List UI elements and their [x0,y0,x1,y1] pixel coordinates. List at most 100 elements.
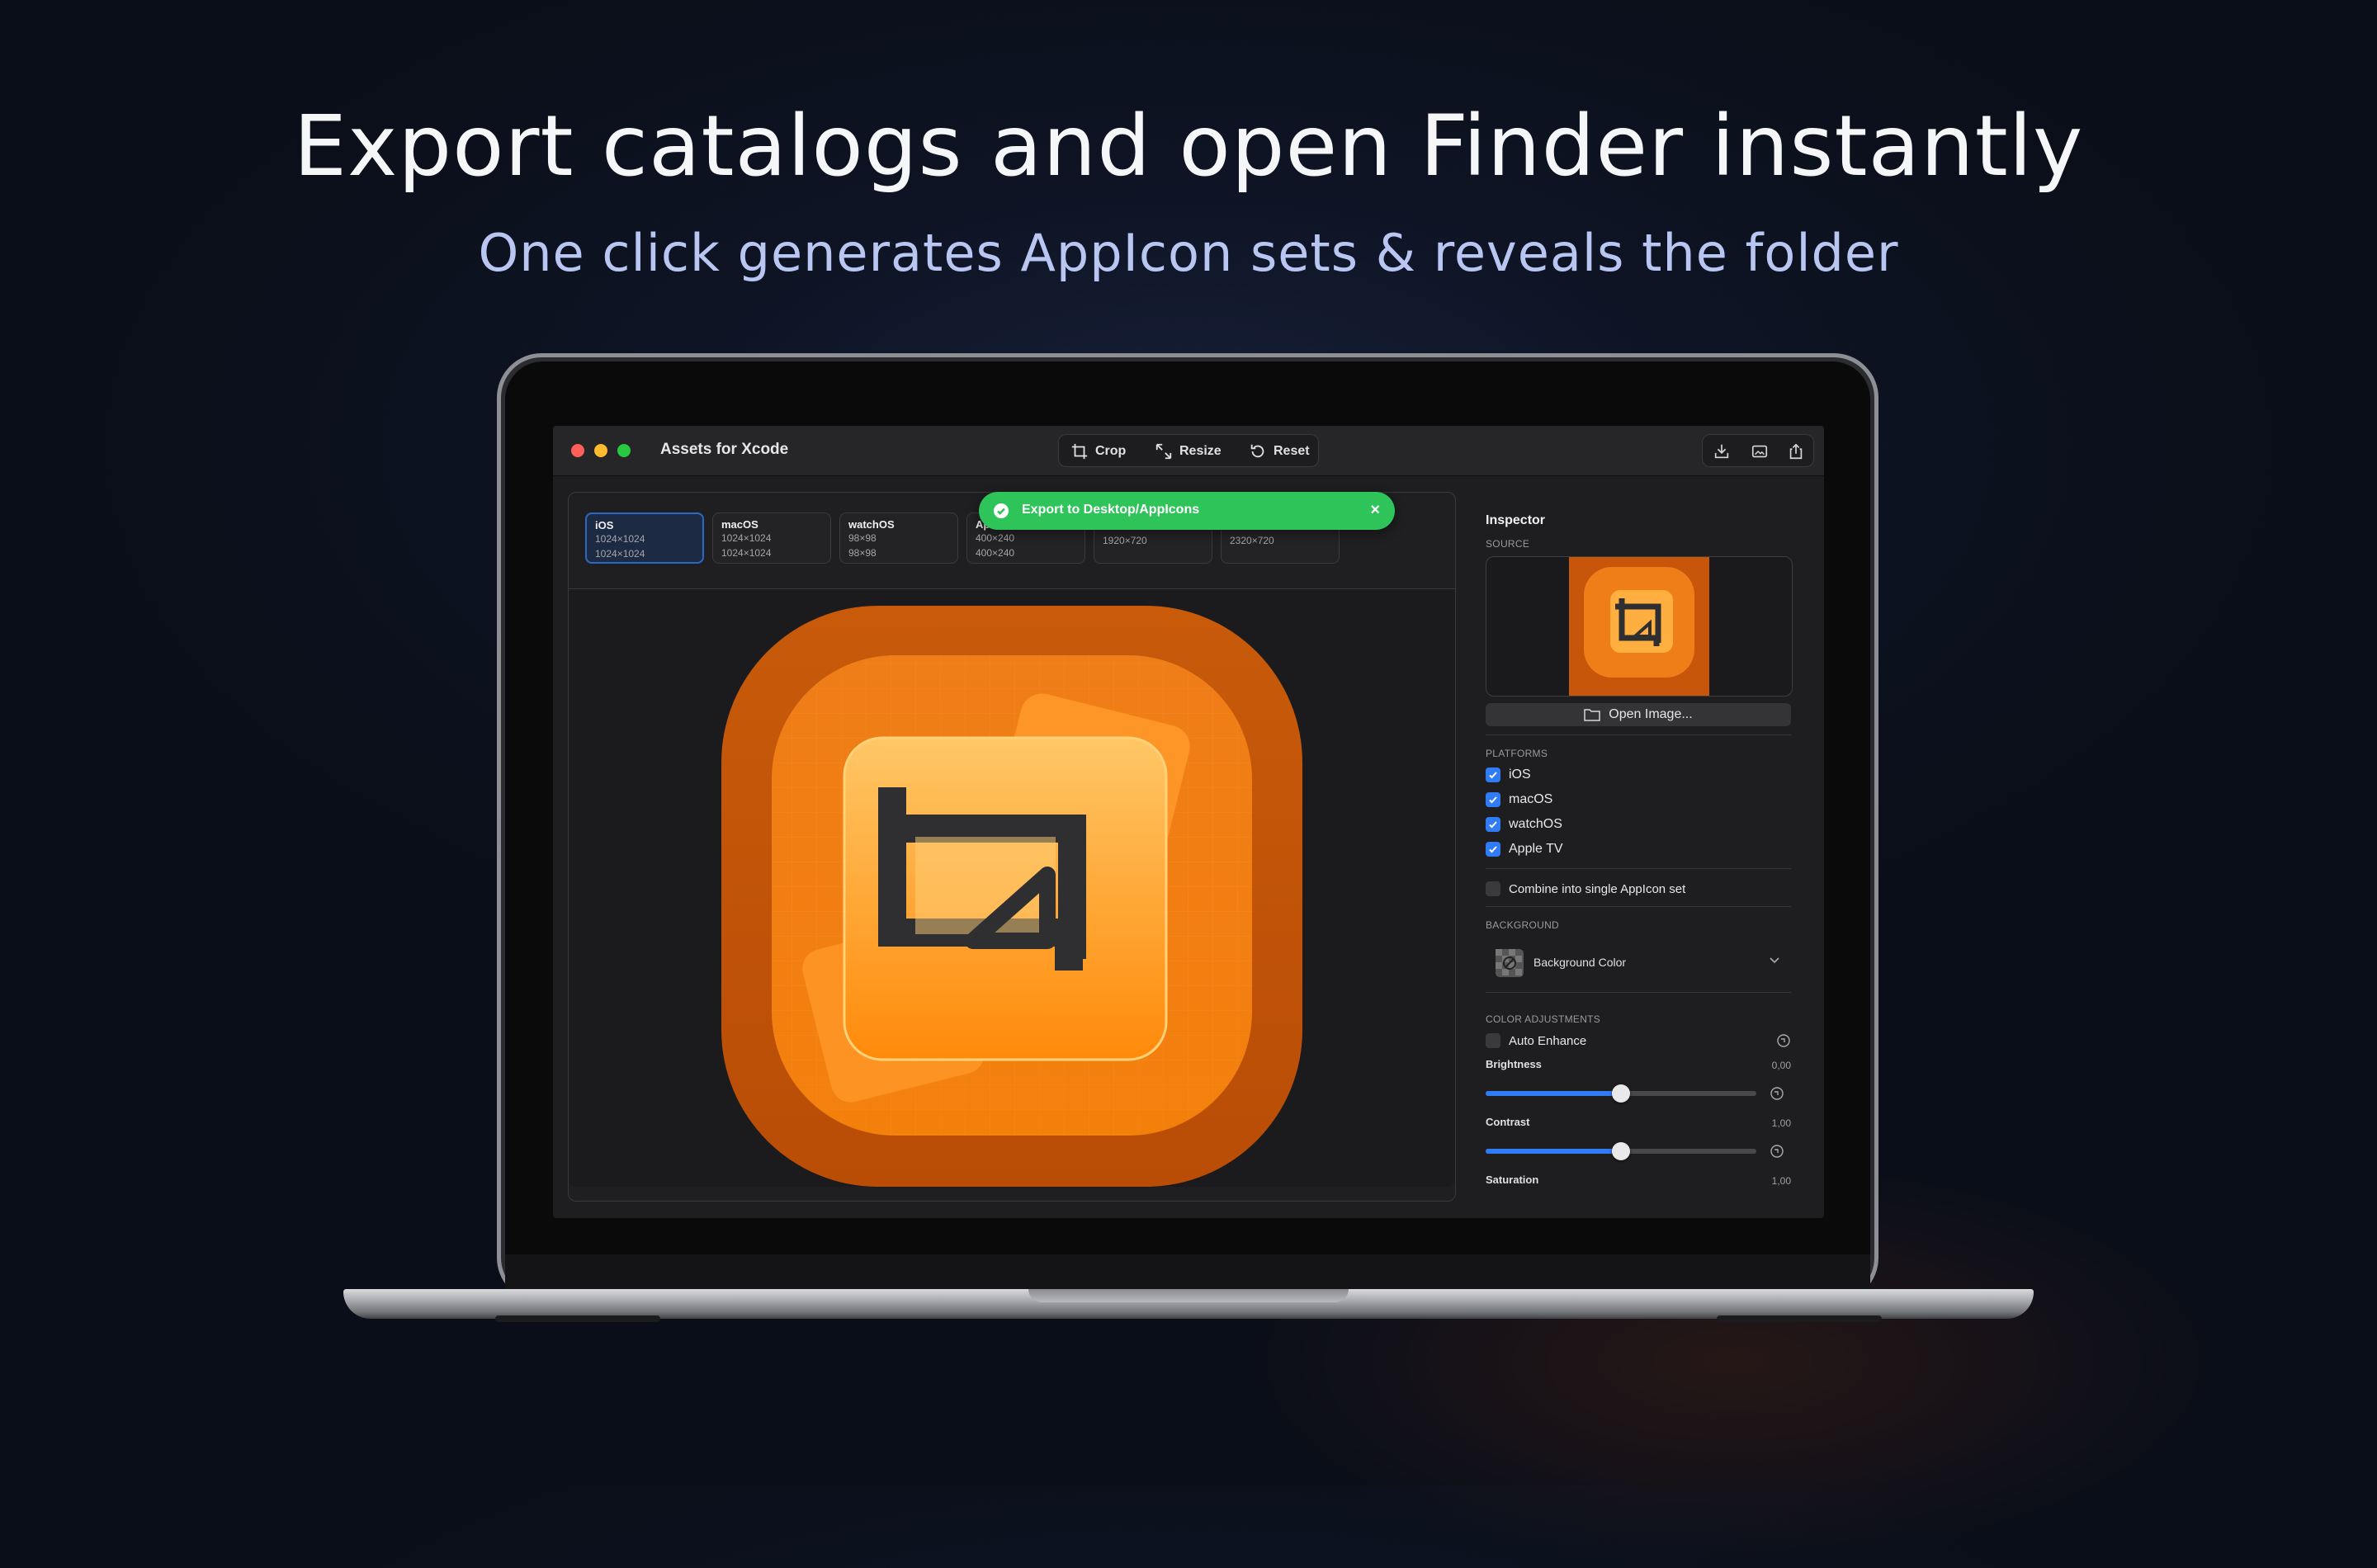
card-size: 1024×1024 [595,533,645,545]
toast-message: Export to Desktop/AppIcons [1022,503,1200,517]
divider [1486,868,1791,869]
open-image-label: Open Image... [1609,707,1693,721]
checkbox-label: macOS [1509,792,1553,806]
platform-card-watchos[interactable]: watchOS 98×98 98×98 [839,512,958,564]
source-section-label: SOURCE [1486,538,1530,550]
card-size: 98×98 [848,547,877,559]
reset-icon [1250,444,1264,458]
resize-button[interactable]: Resize [1155,442,1222,461]
background-color-select[interactable]: Background Color [1486,942,1791,977]
card-size: 2320×720 [1230,535,1274,546]
share-icon[interactable] [1787,442,1805,460]
background-select-label: Background Color [1533,956,1627,969]
divider [1486,734,1791,735]
app-window: Assets for Xcode Crop Resize Reset iOS 1… [553,426,1824,1218]
resize-label: Resize [1179,444,1222,458]
reset-brightness-icon[interactable] [1770,1086,1784,1101]
reset-button[interactable]: Reset [1249,442,1310,461]
checkbox-checked[interactable] [1486,842,1500,857]
platform-card-macos[interactable]: macOS 1024×1024 1024×1024 [712,512,831,564]
window-title: Assets for Xcode [660,441,789,458]
title-bar: Assets for Xcode Crop Resize Reset [553,426,1824,476]
import-icon[interactable] [1713,442,1731,460]
checkbox-checked[interactable] [1486,767,1500,782]
right-toolbar [1702,434,1814,467]
checkbox-checked[interactable] [1486,817,1500,832]
export-toast: Export to Desktop/AppIcons × [979,492,1395,530]
combine-checkbox[interactable]: Combine into single AppIcon set [1486,880,1685,898]
slider-fill [1486,1149,1621,1154]
crop-icon [1071,443,1088,460]
inspector-panel: Inspector SOURCE Open Image... PLATFORMS… [1471,492,1824,1218]
platform-checkbox-appletv[interactable]: Apple TV [1486,840,1563,858]
gallery-icon[interactable] [1751,442,1769,460]
checkbox-unchecked[interactable] [1486,881,1500,896]
laptop-notch [1028,1289,1349,1302]
checkerboard-icon [1496,949,1524,977]
source-image-well[interactable] [1486,556,1793,697]
slider-fill [1486,1091,1621,1096]
chevron-down-icon [1770,957,1779,964]
app-icon-preview [721,606,1302,1187]
reset-label: Reset [1274,444,1310,458]
platform-checkbox-watchos[interactable]: watchOS [1486,815,1562,834]
brightness-label: Brightness [1486,1058,1542,1070]
preview-panel: iOS 1024×1024 1024×1024 macOS 1024×1024 … [568,492,1456,1202]
icon-canvas[interactable] [569,588,1455,1187]
minimize-window-button[interactable] [594,444,607,457]
platform-checkbox-ios[interactable]: iOS [1486,766,1531,784]
source-thumbnail [1569,557,1709,696]
slider-knob[interactable] [1612,1084,1630,1103]
checkmark-icon [994,503,1009,518]
headline: Export catalogs and open Finder instantl… [293,97,2084,196]
resize-icon [1155,443,1172,460]
edit-toolbar: Crop Resize Reset [1058,434,1319,467]
card-size: 400×240 [976,547,1015,559]
card-size: 98×98 [848,532,877,544]
crop-button[interactable]: Crop [1070,442,1126,461]
contrast-label: Contrast [1486,1116,1530,1128]
platform-card-ios[interactable]: iOS 1024×1024 1024×1024 [585,512,704,564]
platform-checkbox-macos[interactable]: macOS [1486,791,1552,809]
checkbox-label: watchOS [1509,817,1562,831]
laptop-chin [505,1254,1870,1294]
divider [1486,992,1791,993]
platforms-section-label: PLATFORMS [1486,748,1548,759]
color-adjustments-label: COLOR ADJUSTMENTS [1486,1013,1601,1025]
checkbox-label: iOS [1509,767,1531,782]
crop-label: Crop [1095,444,1127,458]
checkbox-label: Combine into single AppIcon set [1509,881,1686,896]
inspector-title: Inspector [1486,513,1546,527]
card-size: 1024×1024 [721,547,772,559]
card-title: macOS [721,518,758,531]
auto-enhance-checkbox[interactable]: Auto Enhance [1486,1032,1586,1050]
open-image-button[interactable]: Open Image... [1486,703,1791,726]
subheadline: One click generates AppIcon sets & revea… [478,223,1899,283]
checkbox-checked[interactable] [1486,792,1500,807]
laptop-foot [1717,1315,1882,1322]
close-window-button[interactable] [571,444,584,457]
card-size: 400×240 [976,532,1015,544]
toast-close-button[interactable]: × [1370,501,1380,520]
reset-contrast-icon[interactable] [1770,1144,1784,1159]
background-section-label: BACKGROUND [1486,919,1560,931]
contrast-slider[interactable] [1486,1142,1756,1160]
checkbox-label: Auto Enhance [1509,1033,1587,1048]
card-size: 1024×1024 [721,532,772,544]
divider [1486,906,1791,907]
checkbox-label: Apple TV [1509,842,1563,856]
zoom-window-button[interactable] [617,444,631,457]
saturation-label: Saturation [1486,1174,1539,1186]
brightness-value: 0,00 [1771,1060,1791,1071]
reset-auto-enhance-icon[interactable] [1776,1033,1791,1048]
brightness-slider[interactable] [1486,1084,1756,1103]
saturation-value: 1,00 [1771,1175,1791,1187]
card-title: iOS [595,519,614,531]
card-title: watchOS [848,518,895,531]
folder-icon [1584,709,1601,721]
checkbox-unchecked[interactable] [1486,1033,1500,1048]
contrast-value: 1,00 [1771,1117,1791,1129]
laptop-foot [495,1315,660,1322]
card-size: 1920×720 [1103,535,1147,546]
slider-knob[interactable] [1612,1142,1630,1160]
